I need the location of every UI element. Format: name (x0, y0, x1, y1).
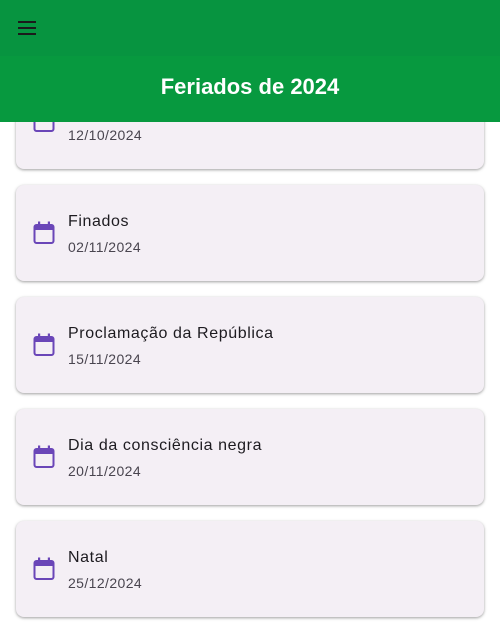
holiday-name: Dia da consciência negra (68, 437, 263, 454)
app-bar-top-band (0, 0, 500, 56)
menu-icon-line (18, 27, 36, 29)
holiday-name: Proclamação da República (68, 325, 274, 342)
holiday-card[interactable]: Proclamação da República 15/11/2024 (16, 297, 484, 393)
menu-icon-line (18, 21, 36, 23)
menu-icon-line (18, 33, 36, 35)
page-title: Feriados de 2024 (160, 74, 340, 99)
holiday-date: 02/11/2024 (68, 239, 142, 255)
holiday-date: 20/11/2024 (68, 463, 142, 479)
calendar-icon (33, 557, 55, 580)
holiday-name: Natal (68, 549, 109, 566)
app-bar: Feriados de 2024 (0, 0, 500, 122)
menu-button[interactable] (14, 14, 42, 42)
calendar-icon (33, 221, 55, 244)
holiday-card[interactable]: Finados 02/11/2024 (16, 185, 484, 281)
calendar-icon (33, 445, 55, 468)
calendar-icon (33, 333, 55, 356)
holiday-date: 15/11/2024 (68, 351, 142, 367)
holiday-name: Finados (68, 213, 130, 230)
holiday-date: 12/10/2024 (68, 127, 143, 143)
holiday-card[interactable]: Natal 25/12/2024 (16, 521, 484, 617)
holiday-card[interactable]: Dia da consciência negra 20/11/2024 (16, 409, 484, 505)
holiday-date: 25/12/2024 (68, 575, 143, 591)
